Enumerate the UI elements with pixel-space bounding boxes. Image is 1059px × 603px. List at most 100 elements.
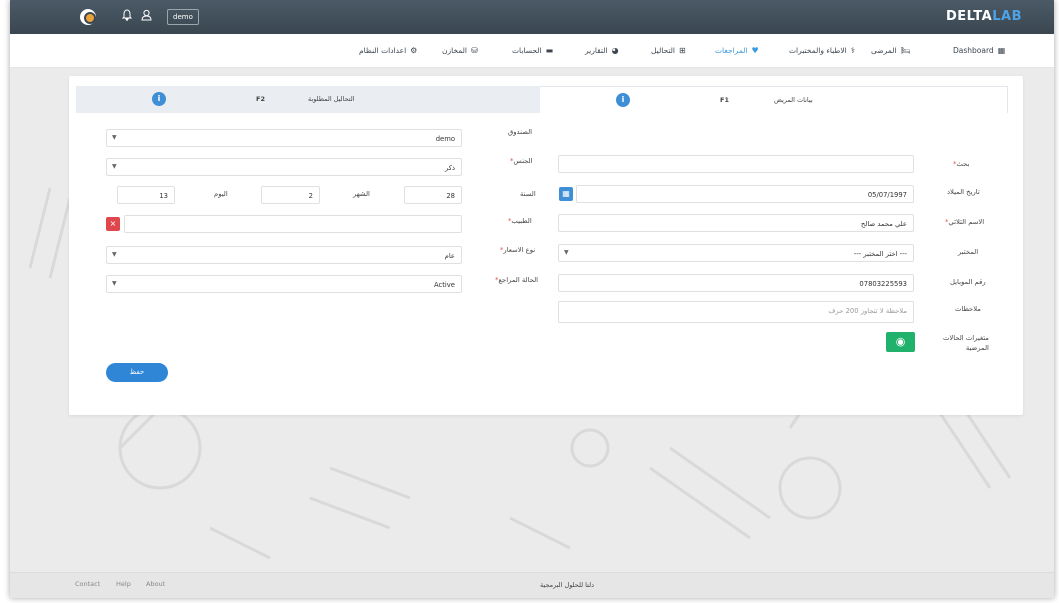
footer-about-link[interactable]: About	[146, 580, 165, 588]
price-type-select[interactable]: ▼ عام	[106, 246, 462, 264]
birthdate-input[interactable]: 05/07/1997	[576, 185, 914, 203]
fund-select[interactable]: ▼ demo	[106, 129, 462, 147]
footer-help-link[interactable]: Help	[116, 580, 131, 588]
nav-reports-label: التقارير	[585, 46, 608, 55]
search-input[interactable]	[558, 155, 914, 173]
mobile-label: رقم الموبايل	[950, 278, 986, 286]
chevron-down-icon: ▼	[112, 134, 117, 141]
notes-textarea[interactable]: ملاحظة لا تتجاوز 200 حرف	[558, 301, 914, 323]
gender-value: ذكر	[444, 164, 455, 172]
brand-part1: DELTA	[946, 9, 993, 24]
nav-doctors-labs[interactable]: الاطباء والمختبرات ⚕	[789, 46, 855, 55]
footer-company: دلتا للحلول البرمجية	[540, 581, 594, 589]
view-conditions-button[interactable]: ◉	[886, 332, 915, 352]
eye-icon: ◉	[895, 335, 906, 348]
gear-icon: ⚙	[410, 46, 418, 55]
remove-doctor-icon[interactable]: ×	[106, 217, 120, 231]
notes-placeholder: ملاحظة لا تتجاوز 200 حرف	[828, 307, 907, 315]
month-label: الشهر	[353, 190, 370, 198]
chevron-down-icon: ▼	[112, 251, 117, 258]
visit-form-card: i F2 التحاليل المطلوبة i F1 بيانات المري…	[69, 76, 1023, 415]
save-button[interactable]: حفظ	[106, 363, 168, 382]
bell-icon[interactable]	[121, 9, 133, 25]
fullname-label: *الاسم الثلاثي	[945, 218, 985, 226]
app-logo-icon	[80, 9, 96, 25]
fund-value: demo	[435, 135, 455, 143]
brand-part2: LAB	[992, 9, 1022, 24]
conditions-label: متغيرات الحالات المرضية	[943, 334, 989, 352]
fullname-value: علي محمد صالح	[860, 220, 907, 228]
price-type-label: *نوع الاسعار	[500, 246, 536, 254]
month-input[interactable]: 2	[261, 186, 320, 204]
nav-tests-label: التحاليل	[651, 46, 675, 55]
nav-accounts-label: الحسابات	[512, 46, 542, 55]
search-label: *بحث	[953, 160, 970, 168]
bed-icon: 🛏	[900, 46, 911, 55]
notes-label: ملاحظات	[955, 305, 981, 313]
user-menu-button[interactable]: demo	[167, 9, 199, 25]
month-value: 2	[308, 192, 313, 200]
nav-tests[interactable]: التحاليل ⊞	[651, 46, 686, 55]
doctor-input[interactable]	[124, 215, 462, 233]
nav-doctors-labs-label: الاطباء والمختبرات	[789, 46, 847, 55]
visit-status-value: Active	[433, 281, 455, 289]
nav-visits[interactable]: المراجعات ♥	[715, 46, 759, 55]
tab-f2-label: التحاليل المطلوبة	[308, 95, 355, 103]
nav-settings[interactable]: اعدادات النظام ⚙	[359, 46, 417, 55]
price-type-value: عام	[444, 252, 455, 260]
nav-accounts[interactable]: الحسابات ▬	[512, 46, 553, 55]
nav-patients[interactable]: المرضى 🛏	[871, 46, 911, 55]
info-icon: i	[152, 92, 166, 106]
info-icon: i	[616, 93, 630, 107]
lab-value: --- اختر المختبر ---	[853, 250, 907, 258]
chevron-down-icon: ▼	[112, 163, 117, 170]
top-bar: demo DELTALAB	[10, 0, 1054, 34]
user-icon[interactable]	[141, 9, 152, 25]
doctor-label: *الطبيب	[508, 217, 532, 225]
dashboard-icon: ▦	[997, 46, 1006, 55]
nav-storage[interactable]: المخازن ⛁	[442, 46, 478, 55]
nav-patients-label: المرضى	[871, 46, 897, 55]
nav-reports[interactable]: التقارير ◕	[585, 46, 619, 55]
day-label: اليوم	[214, 190, 228, 198]
nav-settings-label: اعدادات النظام	[359, 46, 407, 55]
tab-required-tests[interactable]: i F2 التحاليل المطلوبة	[76, 86, 540, 113]
nav-dashboard[interactable]: Dashboard ▦	[953, 46, 1005, 55]
visit-status-select[interactable]: ▼ Active	[106, 275, 462, 293]
footer: Contact Help About دلتا للحلول البرمجية	[10, 572, 1054, 598]
nav-visits-label: المراجعات	[715, 46, 748, 55]
fullname-input[interactable]: علي محمد صالح	[558, 214, 914, 232]
year-label: السنة	[520, 190, 536, 198]
chevron-down-icon: ▼	[112, 280, 117, 287]
heartbeat-icon: ♥	[751, 46, 759, 55]
medkit-icon: ⊞	[679, 46, 686, 55]
tab-f1-key: F1	[720, 96, 729, 104]
mobile-value: 07803225593	[859, 280, 907, 288]
day-value: 13	[159, 192, 168, 200]
money-icon: ▬	[545, 46, 554, 55]
year-input[interactable]: 28	[404, 186, 462, 204]
birthdate-label: تاريخ الميلاد	[947, 188, 980, 196]
lab-select[interactable]: ▼ --- اختر المختبر ---	[558, 244, 914, 262]
tab-patient-info[interactable]: i F1 بيانات المريض	[540, 86, 1008, 113]
nav-dashboard-label: Dashboard	[953, 46, 994, 55]
gender-select[interactable]: ▼ ذكر	[106, 158, 462, 176]
calendar-icon[interactable]: ▦	[559, 187, 573, 201]
birthdate-value: 05/07/1997	[867, 191, 907, 199]
cubes-icon: ⛁	[470, 46, 478, 55]
lab-label: المختبر	[958, 248, 979, 256]
visit-status-label: *الحالة المراجع	[495, 276, 539, 284]
fund-label: الصندوق	[508, 128, 533, 136]
footer-contact-link[interactable]: Contact	[75, 580, 100, 588]
pie-chart-icon: ◕	[611, 46, 619, 55]
mobile-input[interactable]: 07803225593	[558, 274, 914, 292]
app-window: demo DELTALAB Dashboard ▦ المرضى 🛏 الاطباء…	[10, 0, 1054, 598]
day-input[interactable]: 13	[117, 186, 175, 204]
main-nav: Dashboard ▦ المرضى 🛏 الاطباء والمختبرات ⚕ ا…	[10, 34, 1054, 68]
form-tabs: i F2 التحاليل المطلوبة i F1 بيانات المري…	[76, 86, 1008, 113]
tab-f2-key: F2	[256, 95, 265, 103]
tab-f1-label: بيانات المريض	[774, 96, 813, 104]
gender-label: *الجنس	[510, 157, 533, 165]
nav-storage-label: المخازن	[442, 46, 467, 55]
year-value: 28	[446, 192, 455, 200]
